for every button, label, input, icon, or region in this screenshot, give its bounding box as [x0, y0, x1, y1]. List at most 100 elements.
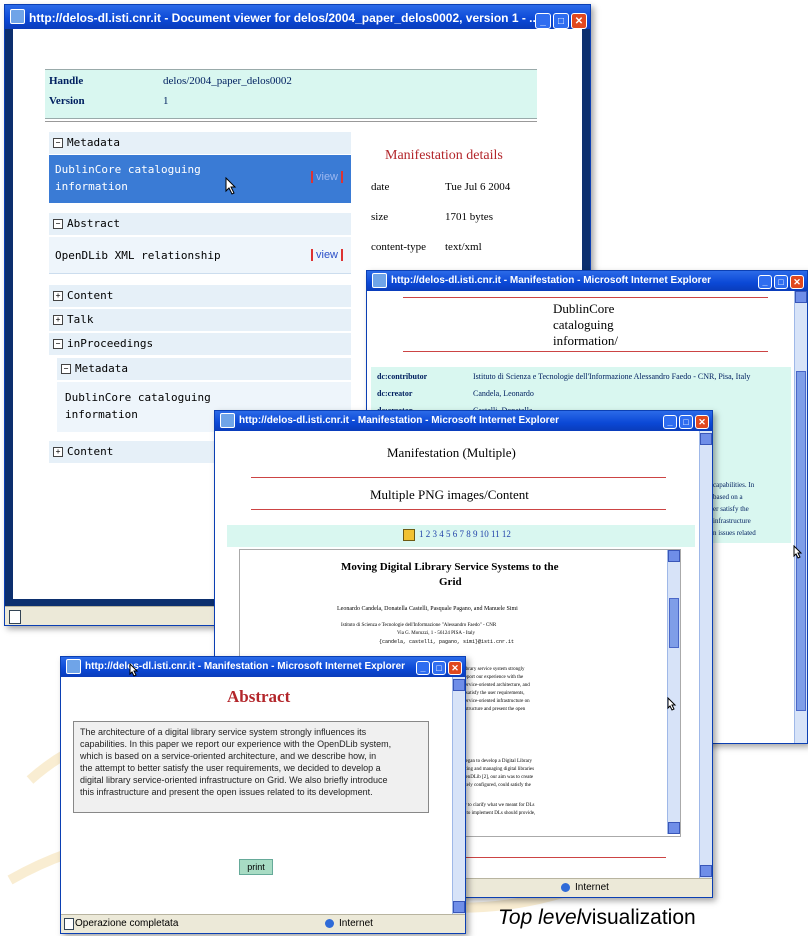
paper-title-line1: Moving Digital Library Service Systems t… — [341, 561, 559, 573]
content-subtitle: Multiple PNG images/Content — [370, 487, 529, 502]
field-label: dc:creator — [377, 389, 413, 398]
title-bar[interactable]: http://delos-dl.isti.cnr.it - Manifestat… — [215, 411, 712, 431]
manifestation-heading: Manifestation details — [385, 148, 503, 163]
scroll-up-icon[interactable] — [668, 550, 680, 562]
collapse-icon[interactable]: − — [53, 339, 63, 349]
close-icon[interactable]: ✕ — [448, 661, 462, 675]
minimize-icon[interactable]: _ — [663, 415, 677, 429]
abstract-window: http://delos-dl.isti.cnr.it - Manifestat… — [60, 656, 466, 934]
paper-fragment: r satisfy the user requirements, — [463, 691, 525, 696]
abstract-line: the attempt to better satisfy the user r… — [80, 763, 381, 773]
item-sub-dublincore-line2: information — [65, 408, 138, 421]
scroll-up-icon[interactable] — [453, 679, 465, 691]
abstract-line: which is based on a service-oriented arc… — [80, 751, 377, 761]
scrollbar[interactable] — [452, 677, 465, 915]
close-icon[interactable]: ✕ — [695, 415, 709, 429]
section-inproceedings[interactable]: − inProceedings — [49, 333, 351, 355]
scroll-up-icon[interactable] — [700, 433, 712, 445]
section-metadata[interactable]: − Metadata — [49, 132, 351, 154]
manifestation-label: size — [371, 211, 389, 223]
scroll-down-icon[interactable] — [668, 822, 680, 834]
paper-fragment: penDLib [2], our aim was to create — [463, 775, 534, 780]
field-label: dc:contributor — [377, 372, 428, 381]
scrollbar[interactable] — [794, 291, 807, 743]
abstract-fragment: capabilities. In — [713, 481, 755, 489]
abstract-fragment: infrastructure — [713, 517, 751, 525]
minimize-icon[interactable]: _ — [758, 275, 772, 289]
scrollbar[interactable] — [699, 431, 712, 879]
window-title: http://delos-dl.isti.cnr.it - Document v… — [29, 10, 540, 25]
manifestation-value: 1701 bytes — [445, 211, 493, 223]
scroll-down-icon[interactable] — [700, 865, 712, 877]
globe-icon — [325, 919, 334, 928]
view-link[interactable]: view — [311, 249, 344, 261]
field-value: Candela, Leonardo — [473, 389, 534, 398]
section-label: Talk — [67, 313, 94, 326]
section-talk[interactable]: + Talk — [49, 309, 351, 331]
viewer-scrollbar[interactable] — [667, 550, 680, 834]
paper-affiliation: Via G. Moruzzi, 1 - 56124 PISA - Italy — [397, 631, 476, 636]
scroll-thumb[interactable] — [796, 371, 806, 711]
version-value: 1 — [163, 95, 169, 107]
close-icon[interactable]: ✕ — [790, 275, 804, 289]
paper-fragment: e to implement DLs should provide, — [463, 811, 536, 816]
section-abstract[interactable]: − Abstract — [49, 213, 351, 235]
mouse-cursor-icon — [793, 545, 803, 559]
handle-value: delos/2004_paper_delos0002 — [163, 75, 292, 87]
paper-fragment: service-oriented architecture, and — [463, 683, 530, 688]
divider — [251, 509, 666, 510]
pager-icon[interactable] — [403, 529, 415, 541]
section-content[interactable]: + Content — [49, 285, 351, 307]
paper-fragment: astructure and present the open — [463, 707, 526, 712]
globe-icon — [561, 883, 570, 892]
scroll-thumb[interactable] — [669, 598, 679, 648]
section-label: Metadata — [75, 362, 128, 375]
section-sub-metadata[interactable]: − Metadata — [57, 358, 351, 380]
divider — [403, 297, 768, 298]
title-bar[interactable]: http://delos-dl.isti.cnr.it - Document v… — [5, 5, 590, 29]
print-button[interactable]: print — [239, 859, 273, 875]
abstract-fragment: n issues related — [713, 529, 756, 537]
section-label: Metadata — [67, 136, 120, 149]
version-label: Version — [49, 95, 85, 107]
collapse-icon[interactable]: − — [53, 138, 63, 148]
maximize-icon[interactable]: □ — [432, 661, 446, 675]
mouse-cursor-icon — [225, 177, 237, 195]
mouse-cursor-icon — [129, 663, 139, 677]
paper-fragment: w to clarify what we meant for DLs — [463, 803, 535, 808]
minimize-icon[interactable]: _ — [535, 13, 551, 29]
scroll-down-icon[interactable] — [453, 901, 465, 913]
item-dublincore-line2: information — [55, 180, 128, 193]
paper-fragment: service-oriented infrastructure on — [463, 699, 530, 704]
scroll-up-icon[interactable] — [795, 291, 807, 303]
view-link[interactable]: view — [311, 171, 344, 183]
divider — [403, 351, 768, 352]
ie-icon — [220, 412, 235, 428]
expand-icon[interactable]: + — [53, 447, 63, 457]
paper-fragment: began to develop a Digital Library — [463, 759, 533, 764]
page-numbers[interactable]: 1 2 3 4 5 6 7 8 9 10 11 12 — [419, 529, 511, 539]
abstract-fragment: based on a — [713, 493, 743, 501]
title-bar[interactable]: http://delos-dl.isti.cnr.it - Manifestat… — [61, 657, 465, 677]
paper-fragment: report our experience with the — [463, 675, 524, 680]
section-label: inProceedings — [67, 337, 154, 350]
title-bar[interactable]: http://delos-dl.isti.cnr.it - Manifestat… — [367, 271, 807, 291]
collapse-icon[interactable]: − — [53, 219, 63, 229]
collapse-icon[interactable]: − — [61, 364, 71, 374]
maximize-icon[interactable]: □ — [679, 415, 693, 429]
close-icon[interactable]: ✕ — [571, 13, 587, 29]
abstract-heading: Abstract — [227, 687, 291, 706]
page-icon — [64, 918, 74, 930]
expand-icon[interactable]: + — [53, 291, 63, 301]
status-zone: Internet — [575, 882, 609, 893]
expand-icon[interactable]: + — [53, 315, 63, 325]
maximize-icon[interactable]: □ — [553, 13, 569, 29]
handle-label: Handle — [49, 75, 84, 87]
status-zone: Internet — [339, 918, 373, 929]
ie-icon — [66, 658, 81, 674]
page-title: Manifestation (Multiple) — [387, 445, 516, 460]
abstract-line: capabilities. In this paper we report ou… — [80, 739, 392, 749]
maximize-icon[interactable]: □ — [774, 275, 788, 289]
caption-italic: Top level — [498, 906, 582, 929]
minimize-icon[interactable]: _ — [416, 661, 430, 675]
